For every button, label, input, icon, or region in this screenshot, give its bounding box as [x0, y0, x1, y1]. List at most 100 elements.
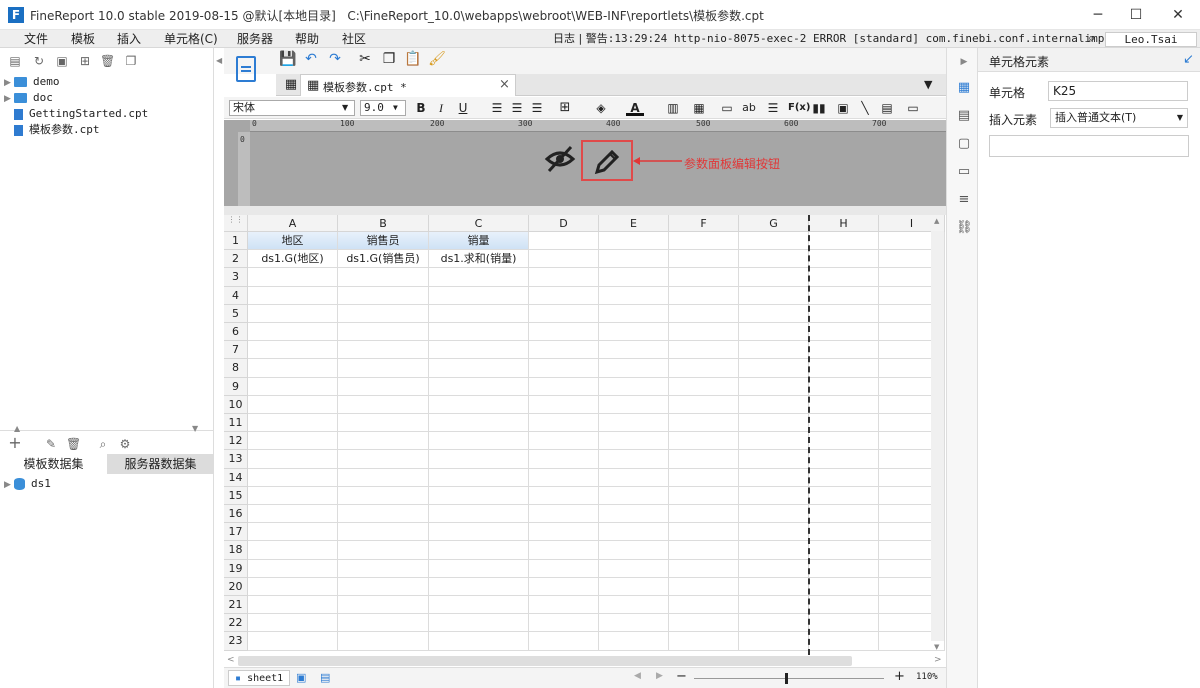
grid-cell[interactable]: [429, 632, 529, 651]
row-header[interactable]: 19: [224, 559, 248, 578]
grid-cell[interactable]: [529, 596, 599, 615]
grid-cell[interactable]: [248, 268, 338, 287]
grid-cell[interactable]: [739, 395, 809, 414]
grid-cell[interactable]: [669, 632, 739, 651]
grid-cell[interactable]: [599, 523, 669, 542]
grid-cell[interactable]: [248, 577, 338, 596]
grid-cell[interactable]: [248, 359, 338, 378]
grid-cell[interactable]: [529, 559, 599, 578]
grid-cell[interactable]: [739, 341, 809, 360]
save-icon[interactable]: 💾: [279, 50, 297, 68]
grid-cell[interactable]: [429, 450, 529, 469]
insert-element-select[interactable]: 插入普通文本(T) ▼: [1050, 108, 1188, 128]
image-icon[interactable]: ▣: [834, 99, 852, 117]
grid-cell[interactable]: [529, 432, 599, 451]
grid-cell[interactable]: 销售员: [338, 232, 429, 251]
sheet-grid-icon[interactable]: ▦: [282, 76, 300, 94]
grid-cell[interactable]: [809, 596, 879, 615]
grid-cell[interactable]: [529, 414, 599, 433]
grid-cell[interactable]: [809, 268, 879, 287]
grid-cell[interactable]: [529, 541, 599, 560]
grid-cell[interactable]: [529, 523, 599, 542]
align-right-icon[interactable]: ☰: [528, 99, 546, 117]
fill-color-icon[interactable]: ◈: [592, 99, 610, 117]
grid-cell[interactable]: [669, 486, 739, 505]
hyperlink-tab-icon[interactable]: ⛓: [956, 220, 973, 236]
grid-cell[interactable]: [739, 323, 809, 342]
grid-cell[interactable]: ds1.求和(销量): [429, 250, 529, 269]
grid-cell[interactable]: [809, 450, 879, 469]
grid-cell[interactable]: [529, 577, 599, 596]
grid-cell[interactable]: [669, 323, 739, 342]
cut-icon[interactable]: ✂: [356, 50, 374, 68]
grid-cell[interactable]: [529, 304, 599, 323]
grid-cell[interactable]: [599, 377, 669, 396]
menu-template[interactable]: 模板: [71, 31, 95, 47]
unmerge-icon[interactable]: ▦: [690, 99, 708, 117]
grid-cell[interactable]: [669, 432, 739, 451]
delete-dataset-icon[interactable]: 🗑: [66, 437, 81, 451]
condition-attr-tab-icon[interactable]: ≡: [956, 192, 972, 208]
row-header[interactable]: 13: [224, 450, 248, 469]
grid-cell[interactable]: [599, 468, 669, 487]
zoom-slider-thumb[interactable]: [785, 673, 788, 684]
zoom-in-icon[interactable]: +: [894, 669, 905, 684]
grid-cell[interactable]: [338, 559, 429, 578]
column-header[interactable]: G: [739, 215, 809, 232]
grid-cell[interactable]: [739, 414, 809, 433]
grid-cell[interactable]: [248, 450, 338, 469]
grid-cell[interactable]: [429, 559, 529, 578]
cell-name-field[interactable]: K25: [1048, 81, 1188, 101]
cell-element-tab-icon[interactable]: ▦: [956, 80, 972, 96]
grid-cell[interactable]: ds1.G(地区): [248, 250, 338, 269]
close-window-button[interactable]: ✕: [1160, 4, 1196, 26]
grid-cell[interactable]: [429, 377, 529, 396]
preview-dataset-icon[interactable]: ⌕: [96, 437, 110, 451]
grid-cell[interactable]: [529, 614, 599, 633]
grid-cell[interactable]: [669, 286, 739, 305]
collapse-up-icon[interactable]: ▲: [14, 424, 20, 433]
edit-parameter-button[interactable]: [581, 140, 633, 181]
grid-cell[interactable]: [248, 559, 338, 578]
horizontal-scrollbar[interactable]: [238, 656, 852, 666]
spreadsheet-grid[interactable]: ⋮⋮ A B C D E F G H I 1 地区 销售员 销量 2 ds1.G(地区) ds1.G(销售员) d…: [224, 215, 946, 655]
grid-cell[interactable]: [338, 414, 429, 433]
expand-right-icon[interactable]: ▶: [956, 54, 972, 70]
row-header[interactable]: 5: [224, 304, 248, 323]
dock-icon[interactable]: ↙: [1183, 52, 1194, 67]
grid-cell[interactable]: [248, 286, 338, 305]
grid-cell[interactable]: [529, 250, 599, 269]
grid-cell[interactable]: [739, 559, 809, 578]
collapse-left-icon[interactable]: ◀: [216, 56, 222, 65]
align-left-icon[interactable]: ☰: [488, 99, 506, 117]
menu-community[interactable]: 社区: [342, 31, 366, 47]
grid-cell[interactable]: [529, 232, 599, 251]
grid-cell[interactable]: [429, 304, 529, 323]
grid-cell[interactable]: [429, 359, 529, 378]
grid-cell[interactable]: [338, 632, 429, 651]
grid-cell[interactable]: [248, 304, 338, 323]
row-header[interactable]: 12: [224, 432, 248, 451]
grid-cell[interactable]: [429, 341, 529, 360]
cell-attribute-tab-icon[interactable]: ▤: [956, 108, 972, 124]
tab-template-datasets[interactable]: 模板数据集: [0, 454, 107, 474]
grid-cell[interactable]: [248, 596, 338, 615]
column-header[interactable]: C: [429, 215, 529, 232]
grid-cell[interactable]: [429, 577, 529, 596]
expand-arrow-icon[interactable]: ▶: [4, 75, 14, 91]
row-header[interactable]: 1: [224, 232, 248, 251]
row-header[interactable]: 20: [224, 577, 248, 596]
tree-item-demo[interactable]: ▶ demo: [4, 74, 60, 90]
grid-cell[interactable]: [248, 414, 338, 433]
refresh-icon[interactable]: ↻: [32, 54, 46, 68]
grid-cell[interactable]: [739, 468, 809, 487]
grid-cell[interactable]: [529, 632, 599, 651]
grid-cell[interactable]: [739, 505, 809, 524]
grid-cell[interactable]: [529, 395, 599, 414]
grid-cell[interactable]: [248, 632, 338, 651]
grid-cell[interactable]: [599, 505, 669, 524]
cell-style-tab-icon[interactable]: ▢: [956, 136, 972, 152]
row-header[interactable]: 6: [224, 323, 248, 342]
align-center-icon[interactable]: ☰: [508, 99, 526, 117]
grid-cell[interactable]: [739, 450, 809, 469]
